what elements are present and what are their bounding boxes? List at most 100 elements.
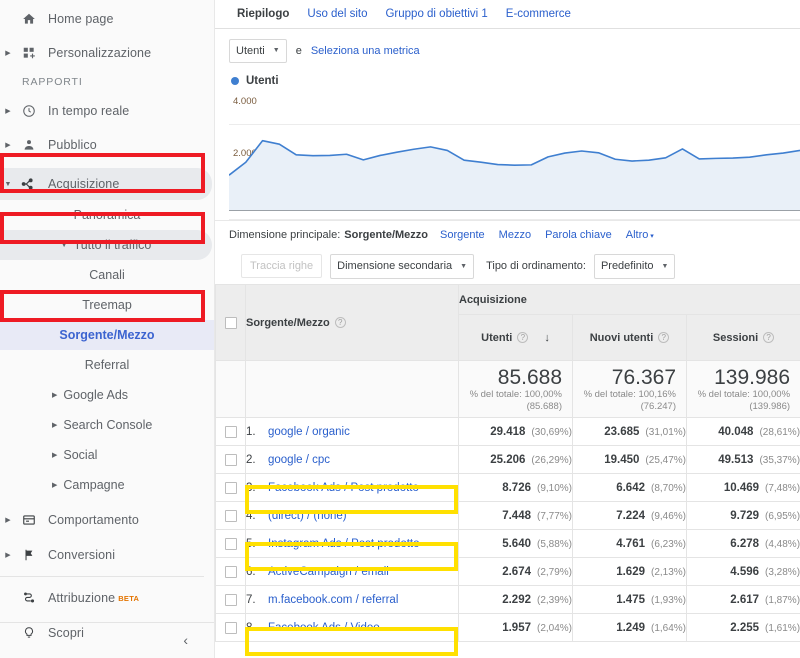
- row-dimension-link[interactable]: Instagram Ads / Post prodotto: [268, 538, 420, 550]
- help-icon[interactable]: ?: [658, 332, 670, 344]
- row-checkbox-cell[interactable]: [215, 529, 246, 558]
- row-pct: (1,93%): [650, 594, 686, 606]
- sidebar-item-pubblico[interactable]: ▶ Pubblico: [0, 130, 214, 160]
- sort-type-label: Tipo di ordinamento:: [486, 260, 586, 272]
- sort-type-select[interactable]: Predefinito ▼: [593, 253, 676, 279]
- sidebar-item-social[interactable]: ▶ Social: [0, 440, 214, 470]
- sidebar-item-sorgente-mezzo[interactable]: Sorgente/Mezzo: [0, 320, 214, 350]
- row-dimension-cell[interactable]: 6. ActiveCampaign / email: [245, 557, 459, 586]
- help-icon[interactable]: ?: [517, 332, 529, 344]
- row-cell-sessioni: 6.278 (4,48%): [685, 529, 800, 558]
- dimension-link-altro[interactable]: Altro: [626, 229, 654, 241]
- row-checkbox-cell[interactable]: [215, 501, 246, 530]
- sidebar-item-home[interactable]: Home page: [0, 4, 214, 34]
- table-row[interactable]: 6. ActiveCampaign / email 2.674 (2,79%) 1.…: [215, 557, 800, 586]
- row-dimension-cell[interactable]: 7. m.facebook.com / referral: [245, 585, 459, 614]
- tab-riepilogo[interactable]: Riepilogo: [228, 8, 298, 20]
- row-dimension-link[interactable]: google / cpc: [268, 454, 330, 466]
- select-all-checkbox-cell[interactable]: [215, 284, 246, 361]
- sidebar-item-conversioni[interactable]: ▶ Conversioni: [0, 540, 214, 570]
- table-row[interactable]: 8. Facebook Ads / Video 1.957 (2,04%) 1.24…: [215, 613, 800, 642]
- primary-metric-select[interactable]: Utenti ▼: [229, 38, 287, 63]
- report-tabs: Riepilogo Uso del sito Gruppo di obietti…: [215, 0, 800, 29]
- dimension-link-parola-chiave[interactable]: Parola chiave: [545, 229, 612, 241]
- row-value: 1.249: [616, 621, 645, 634]
- beta-badge: BETA: [118, 593, 140, 603]
- sidebar-item-label: Acquisizione: [48, 177, 120, 191]
- row-dimension-link[interactable]: google / organic: [268, 426, 350, 438]
- row-dimension-cell[interactable]: 5. Instagram Ads / Post prodotto: [245, 529, 459, 558]
- row-checkbox[interactable]: [224, 537, 237, 550]
- row-dimension-link[interactable]: Facebook Ads / Post prodotto: [268, 482, 419, 494]
- column-header-sessioni[interactable]: Sessioni?: [685, 314, 800, 361]
- row-checkbox[interactable]: [224, 509, 237, 522]
- sidebar-item-tempo-reale[interactable]: ▶ In tempo reale: [0, 96, 214, 126]
- table-row[interactable]: 4. (direct) / (none) 7.448 (7,77%) 7.224 (9…: [215, 501, 800, 530]
- secondary-dimension-select[interactable]: Dimensione secondaria ▼: [330, 253, 475, 279]
- row-dimension-cell[interactable]: 2. google / cpc: [245, 445, 459, 474]
- sidebar-item-attribuzione[interactable]: Attribuzione BETA: [0, 583, 214, 613]
- row-index: 5.: [246, 537, 256, 550]
- totals-pct: % del totale: 100,00%: [697, 389, 791, 401]
- row-value: 1.957: [502, 621, 531, 634]
- table-row[interactable]: 3. Facebook Ads / Post prodotto 8.726 (9,1…: [215, 473, 800, 502]
- users-over-time-chart: 4.000 2.000: [215, 92, 800, 220]
- row-checkbox[interactable]: [224, 453, 237, 466]
- row-dimension-cell[interactable]: 3. Facebook Ads / Post prodotto: [245, 473, 459, 502]
- tab-gruppo-obiettivi[interactable]: Gruppo di obiettivi 1: [376, 8, 496, 20]
- row-dimension-cell[interactable]: 8. Facebook Ads / Video: [245, 613, 459, 642]
- sidebar-item-panoramica[interactable]: Panoramica: [0, 200, 214, 230]
- sidebar-item-comportamento[interactable]: ▶ Comportamento: [0, 505, 214, 535]
- dimension-link-mezzo[interactable]: Mezzo: [499, 229, 531, 241]
- row-checkbox-cell[interactable]: [215, 557, 246, 586]
- sidebar-subitem-label: Sorgente/Mezzo: [59, 328, 155, 342]
- row-pct: (2,39%): [536, 594, 572, 606]
- row-value: 6.642: [616, 481, 645, 494]
- select-all-checkbox[interactable]: [224, 316, 237, 329]
- table-row[interactable]: 1. google / organic 29.418 (30,69%) 23.685…: [215, 417, 800, 446]
- row-checkbox[interactable]: [224, 565, 237, 578]
- tab-ecommerce[interactable]: E-commerce: [497, 8, 580, 20]
- column-header-utenti[interactable]: Utenti? ↓: [458, 314, 573, 361]
- sidebar-item-personalizzazione[interactable]: ▶ Personalizzazione: [0, 38, 214, 68]
- sidebar-collapse-button[interactable]: ‹: [0, 622, 214, 656]
- row-pct: (7,48%): [765, 482, 800, 494]
- arrow-down-icon[interactable]: ↓: [544, 332, 550, 344]
- column-header-nuovi-utenti[interactable]: Nuovi utenti?: [572, 314, 687, 361]
- row-checkbox-cell[interactable]: [215, 417, 246, 446]
- tab-uso-del-sito[interactable]: Uso del sito: [298, 8, 376, 20]
- row-checkbox[interactable]: [224, 425, 237, 438]
- row-dimension-link[interactable]: Facebook Ads / Video: [268, 622, 380, 634]
- acquisition-icon: [16, 176, 42, 192]
- row-checkbox-cell[interactable]: [215, 473, 246, 502]
- row-checkbox-cell[interactable]: [215, 445, 246, 474]
- row-pct: (30,69%): [531, 426, 572, 438]
- row-dimension-link[interactable]: ActiveCampaign / email: [268, 566, 389, 578]
- table-row[interactable]: 5. Instagram Ads / Post prodotto 5.640 (5,…: [215, 529, 800, 558]
- sidebar-item-campagne[interactable]: ▶ Campagne: [0, 470, 214, 500]
- row-checkbox-cell[interactable]: [215, 585, 246, 614]
- row-checkbox-cell[interactable]: [215, 613, 246, 642]
- column-header-dimension[interactable]: Sorgente/Mezzo?: [245, 284, 459, 361]
- sidebar-item-referral[interactable]: Referral: [0, 350, 214, 380]
- row-dimension-link[interactable]: (direct) / (none): [268, 510, 347, 522]
- row-checkbox[interactable]: [224, 621, 237, 634]
- sidebar-item-tutto-il-traffico[interactable]: ▼ Tutto il traffico: [0, 230, 212, 260]
- sidebar-item-treemap[interactable]: Treemap: [0, 290, 214, 320]
- row-dimension-cell[interactable]: 1. google / organic: [245, 417, 459, 446]
- help-icon[interactable]: ?: [334, 317, 346, 329]
- sidebar-item-acquisizione[interactable]: ▼ Acquisizione: [0, 168, 212, 200]
- row-dimension-link[interactable]: m.facebook.com / referral: [268, 594, 398, 606]
- sidebar-item-canali[interactable]: Canali: [0, 260, 214, 290]
- help-icon[interactable]: ?: [763, 332, 775, 344]
- select-metric-link[interactable]: Seleziona una metrica: [311, 45, 420, 57]
- sidebar-item-search-console[interactable]: ▶ Search Console: [0, 410, 214, 440]
- row-checkbox[interactable]: [224, 593, 237, 606]
- row-cell-nuovi-utenti: 1.475 (1,93%): [572, 585, 687, 614]
- table-row[interactable]: 2. google / cpc 25.206 (26,29%) 19.450 (25,…: [215, 445, 800, 474]
- sidebar-item-google-ads[interactable]: ▶ Google Ads: [0, 380, 214, 410]
- row-dimension-cell[interactable]: 4. (direct) / (none): [245, 501, 459, 530]
- dimension-link-sorgente[interactable]: Sorgente: [440, 229, 485, 241]
- row-checkbox[interactable]: [224, 481, 237, 494]
- table-row[interactable]: 7. m.facebook.com / referral 2.292 (2,39%)…: [215, 585, 800, 614]
